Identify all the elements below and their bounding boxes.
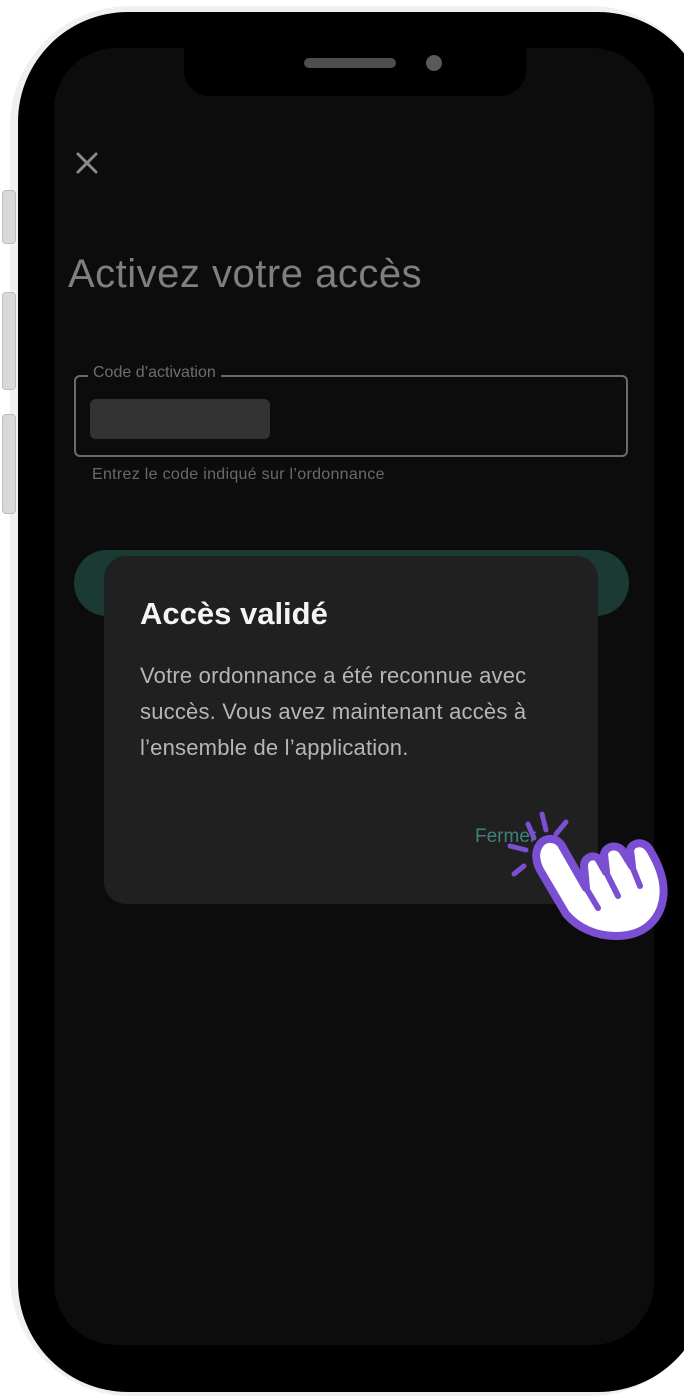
phone-screen: Activez votre accès Code d’activation En…	[54, 48, 654, 1345]
dialog-body: Votre ordonnance a été reconnue avec suc…	[140, 663, 527, 760]
side-button-mute	[2, 190, 16, 244]
tap-hand-icon	[507, 811, 668, 940]
speaker-grille	[304, 58, 396, 68]
close-icon[interactable]	[72, 148, 102, 178]
front-camera	[426, 55, 442, 71]
side-button-volume-up	[2, 292, 16, 390]
dialog-title: Accès validé	[140, 596, 328, 631]
activation-code-field[interactable]: Code d’activation	[74, 364, 628, 457]
side-button-volume-down	[2, 414, 16, 514]
page-title: Activez votre accès	[68, 252, 423, 296]
notch	[184, 48, 526, 96]
activation-code-label: Code d’activation	[88, 364, 221, 382]
activation-code-value-redacted[interactable]	[90, 399, 270, 439]
activation-code-helper: Entrez le code indiqué sur l’ordonnance	[92, 466, 385, 483]
